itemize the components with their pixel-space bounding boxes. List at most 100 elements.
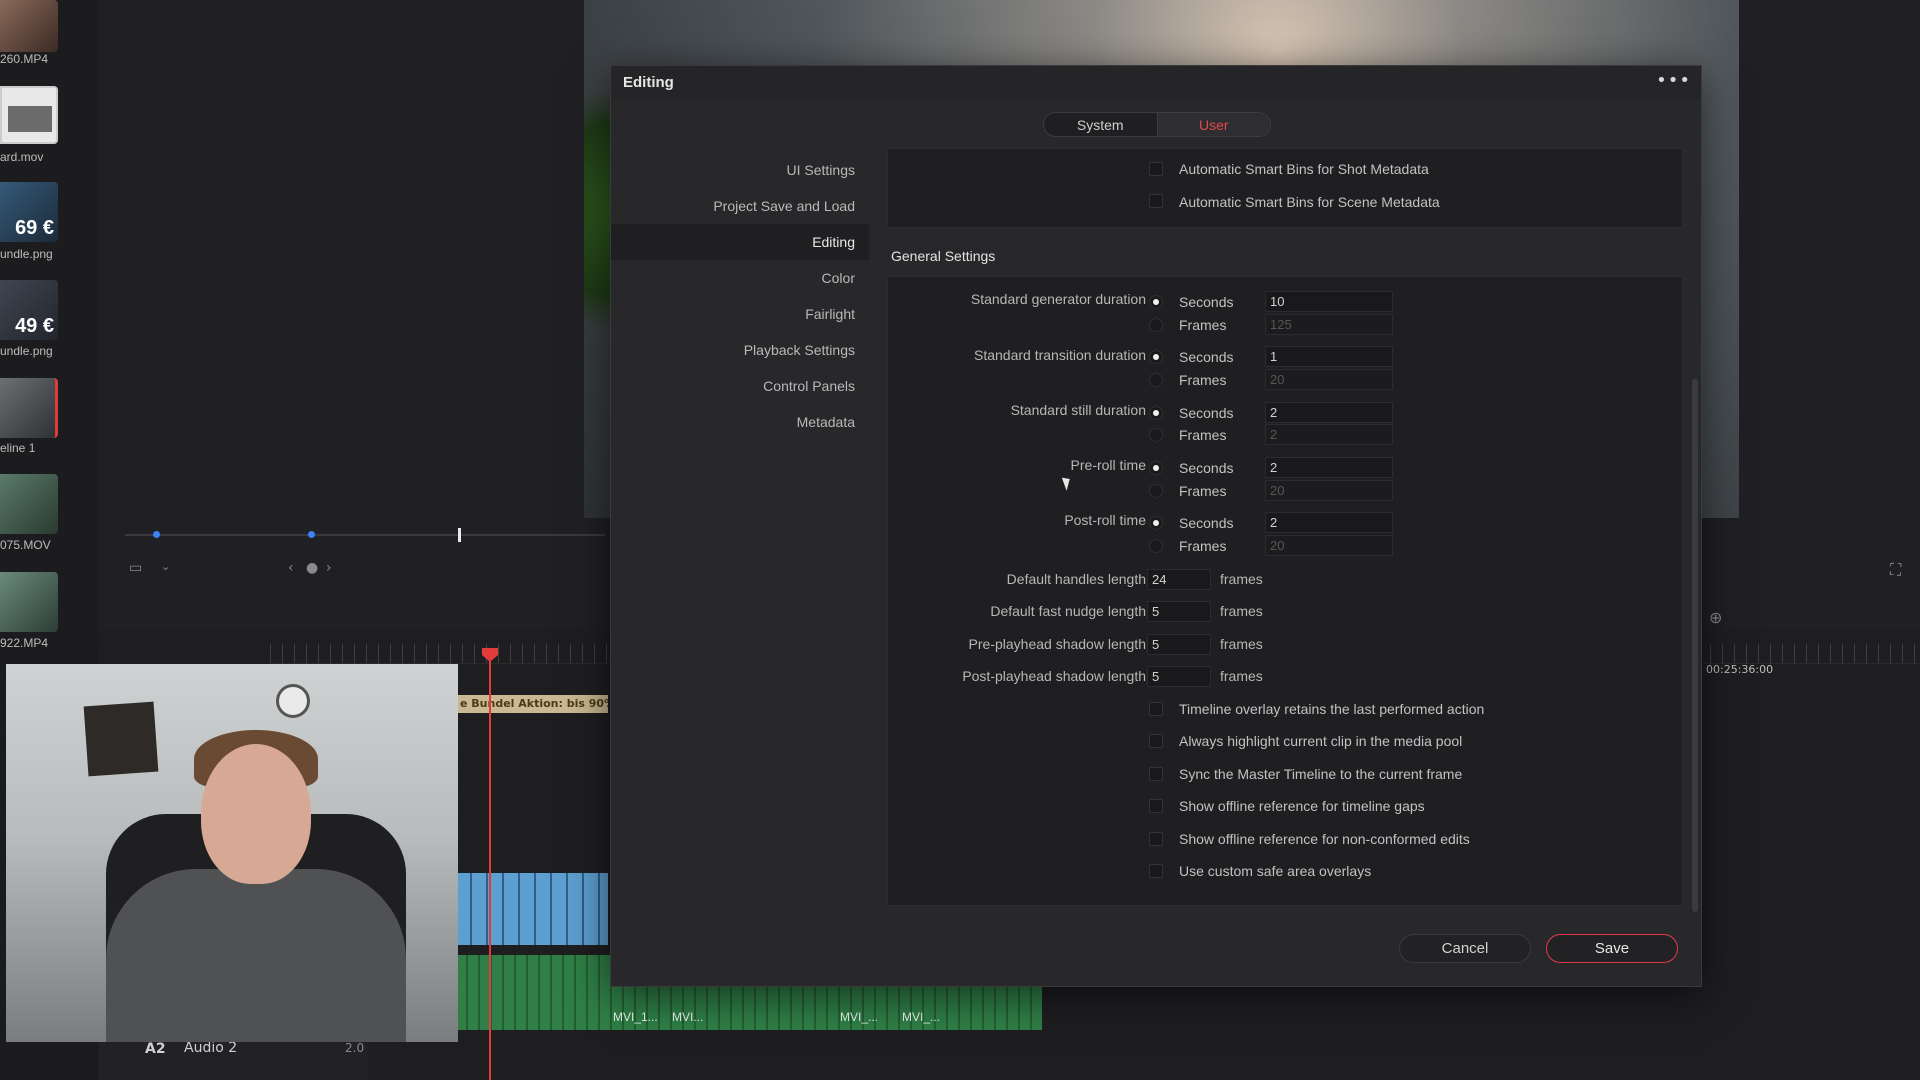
still-frames-radio[interactable] — [1149, 428, 1163, 442]
fullscreen-icon[interactable]: ⛶ — [1890, 560, 1901, 580]
media-thumb-4[interactable]: 49 € — [0, 280, 58, 340]
preroll-frames-field[interactable]: 20 — [1265, 480, 1393, 501]
postroll-seconds-radio[interactable] — [1149, 516, 1163, 530]
resolve-editor: 260.MP4 ard.mov 69 € undle.png 49 € undl… — [0, 0, 1920, 1080]
postroll-frames-field[interactable]: 20 — [1265, 535, 1393, 556]
viewer-controls: ▭ ⌄ ‹ ● › — [125, 560, 625, 580]
preferences-tabs: System User — [1043, 112, 1271, 137]
nav-editing[interactable]: Editing — [611, 224, 869, 260]
transition-seconds-field[interactable]: 1 — [1265, 346, 1393, 367]
viewer-frame-icon[interactable]: ▭ — [129, 560, 142, 576]
chevron-right-icon[interactable]: › — [326, 560, 332, 576]
fast-nudge-unit: frames — [1220, 603, 1263, 619]
still-seconds-label: Seconds — [1179, 405, 1234, 421]
postroll-frames-radio[interactable] — [1149, 539, 1163, 553]
chevron-down-icon[interactable]: ⌄ — [161, 560, 170, 573]
timeline-video-clips[interactable] — [456, 873, 608, 945]
cancel-button[interactable]: Cancel — [1399, 934, 1531, 963]
media-thumb-2[interactable] — [0, 86, 58, 144]
timeline-title-clip[interactable]: e Bundel Aktion: bis 90% — [456, 695, 608, 713]
offline-nonconformed-label: Show offline reference for non-conformed… — [1179, 831, 1470, 847]
still-seconds-field[interactable]: 2 — [1265, 402, 1393, 423]
handles-length-field[interactable]: 24 — [1147, 569, 1211, 590]
pre-shadow-field[interactable]: 5 — [1147, 634, 1211, 655]
fast-nudge-field[interactable]: 5 — [1147, 601, 1211, 622]
transition-seconds-radio[interactable] — [1149, 350, 1163, 364]
preroll-seconds-radio[interactable] — [1149, 461, 1163, 475]
dialog-scrollbar[interactable] — [1692, 379, 1698, 912]
more-options-icon[interactable]: ••• — [1656, 70, 1691, 91]
scrub-playhead[interactable] — [458, 528, 461, 542]
media-thumb-6[interactable] — [0, 474, 58, 534]
post-shadow-field[interactable]: 5 — [1147, 666, 1211, 687]
track-id: A2 — [145, 1041, 166, 1057]
tab-system[interactable]: System — [1044, 113, 1157, 136]
smart-bins-shot-label: Automatic Smart Bins for Shot Metadata — [1179, 161, 1429, 177]
media-thumb-1[interactable] — [0, 0, 58, 52]
save-button[interactable]: Save — [1546, 934, 1678, 963]
generator-frames-radio[interactable] — [1149, 318, 1163, 332]
checkbox-timeline-overlay[interactable] — [1149, 702, 1163, 716]
smart-bins-panel — [887, 148, 1683, 228]
generator-frames-label: Frames — [1179, 317, 1227, 333]
preroll-frames-radio[interactable] — [1149, 484, 1163, 498]
nav-fairlight[interactable]: Fairlight — [611, 296, 869, 332]
transition-duration-label: Standard transition duration — [974, 347, 1146, 363]
postroll-seconds-field[interactable]: 2 — [1265, 512, 1393, 533]
dot-icon[interactable]: ● — [306, 560, 318, 576]
postroll-label: Post-roll time — [1064, 512, 1146, 528]
media-thumb-7[interactable] — [0, 572, 58, 632]
checkbox-safe-area[interactable] — [1149, 864, 1163, 878]
nav-control-panels[interactable]: Control Panels — [611, 368, 869, 404]
checkbox-smart-bins-scene[interactable] — [1149, 194, 1163, 208]
generator-seconds-field[interactable]: 10 — [1265, 291, 1393, 312]
postroll-seconds-label: Seconds — [1179, 515, 1234, 531]
mark-in-dot[interactable] — [153, 531, 160, 538]
tab-user[interactable]: User — [1156, 113, 1270, 136]
media-thumb-5[interactable] — [0, 378, 58, 438]
offline-gaps-label: Show offline reference for timeline gaps — [1179, 798, 1425, 814]
webcam-person-head — [201, 744, 311, 884]
transition-frames-radio[interactable] — [1149, 373, 1163, 387]
checkbox-highlight-clip[interactable] — [1149, 734, 1163, 748]
webcam-painting — [83, 701, 159, 777]
track-channels: 2.0 — [345, 1041, 365, 1055]
add-icon[interactable]: ⊕ — [1709, 608, 1722, 627]
webcam-overlay — [6, 664, 458, 1042]
transition-frames-label: Frames — [1179, 372, 1227, 388]
media-label-3: undle.png — [0, 247, 53, 261]
mark-out-dot[interactable] — [308, 531, 315, 538]
checkbox-offline-nonconformed[interactable] — [1149, 832, 1163, 846]
audio-clip-label: MVI_... — [840, 1010, 879, 1024]
track-name[interactable]: Audio 2 — [184, 1040, 237, 1056]
viewer-scrub-bar[interactable] — [125, 528, 605, 542]
still-frames-field[interactable]: 2 — [1265, 424, 1393, 445]
checkbox-smart-bins-shot[interactable] — [1149, 162, 1163, 176]
checkbox-offline-gaps[interactable] — [1149, 799, 1163, 813]
dialog-title: Editing — [623, 74, 674, 91]
transition-frames-field[interactable]: 20 — [1265, 369, 1393, 390]
transition-seconds-label: Seconds — [1179, 349, 1234, 365]
media-thumb-3[interactable]: 69 € — [0, 182, 58, 242]
chevron-left-icon[interactable]: ‹ — [288, 560, 294, 576]
checkbox-sync-master[interactable] — [1149, 767, 1163, 781]
pre-shadow-unit: frames — [1220, 636, 1263, 652]
post-shadow-label: Post-playhead shadow length — [962, 668, 1146, 684]
still-seconds-radio[interactable] — [1149, 406, 1163, 420]
webcam-person-body — [106, 869, 406, 1042]
media-thumb-3-price: 69 € — [15, 217, 54, 239]
nav-metadata[interactable]: Metadata — [611, 404, 869, 440]
timeline-playhead[interactable] — [489, 650, 491, 1080]
timeline-overlay-label: Timeline overlay retains the last perfor… — [1179, 701, 1485, 717]
nav-ui-settings[interactable]: UI Settings — [611, 152, 869, 188]
media-label-7: 922.MP4 — [0, 636, 49, 650]
audio-clip-label: MVI... — [672, 1010, 704, 1024]
preroll-seconds-field[interactable]: 2 — [1265, 457, 1393, 478]
nav-color[interactable]: Color — [611, 260, 869, 296]
audio-clip-label: MVI_... — [902, 1010, 941, 1024]
generator-seconds-radio[interactable] — [1149, 295, 1163, 309]
generator-frames-field[interactable]: 125 — [1265, 314, 1393, 335]
nav-playback-settings[interactable]: Playback Settings — [611, 332, 869, 368]
preferences-nav: UI Settings Project Save and Load Editin… — [611, 152, 869, 440]
nav-project-save-load[interactable]: Project Save and Load — [611, 188, 869, 224]
